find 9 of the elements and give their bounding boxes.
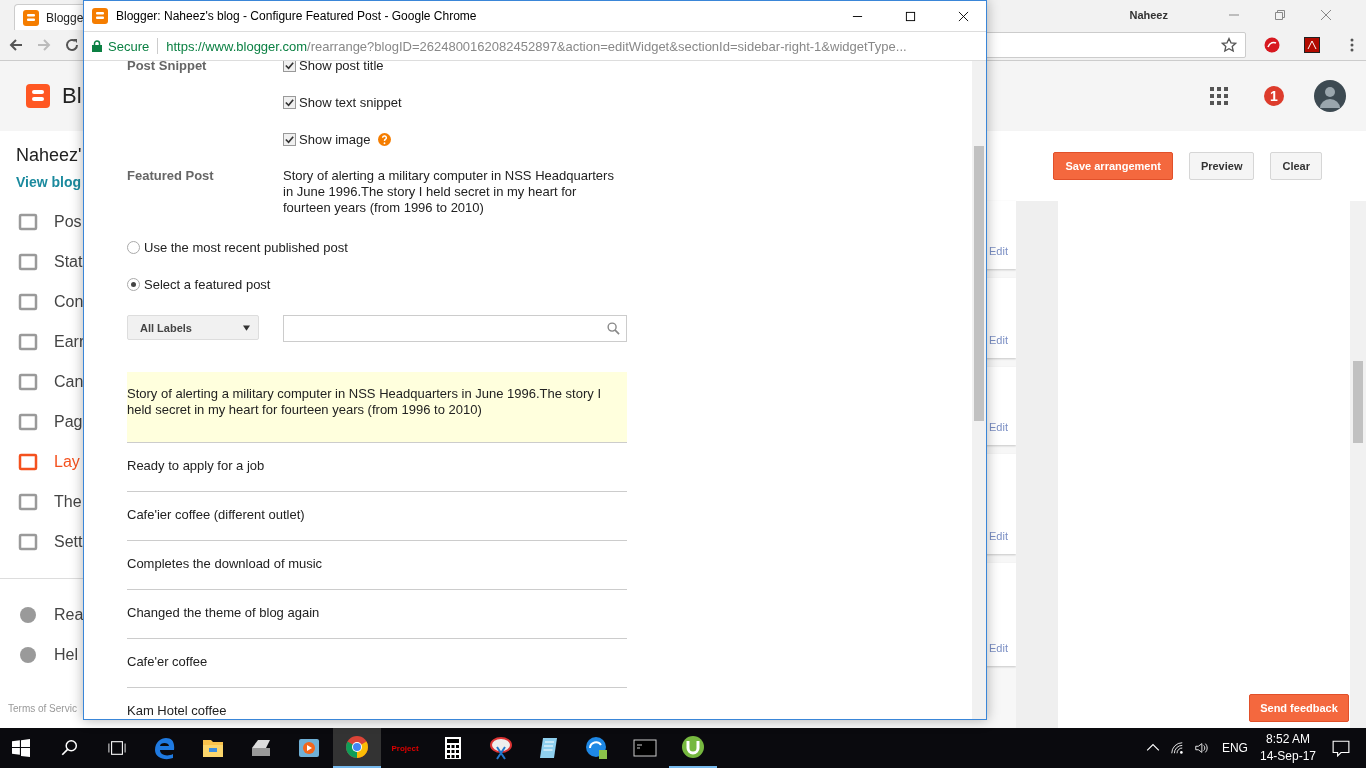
featured-post-title: Story of alerting a military computer in NSS Headquarters in June 1996.The story I held secret in my heart for fourteen years (from 1996 to 2010) xyxy=(283,168,615,216)
blog-title: Naheez' xyxy=(15,145,83,166)
window-title: Blogger: Naheez's blog - Configure Featured Post - Google Chrome xyxy=(116,9,477,23)
app-label: Project xyxy=(391,743,419,753)
secure-label: Secure xyxy=(108,38,150,54)
field-label: Featured Post xyxy=(127,168,215,185)
field-label: Post Snippet xyxy=(127,61,208,75)
product-name: Bl xyxy=(62,83,82,109)
url-text: https://www.blogger.com/rearrange?blogID=2624800162082452897&action=editWidget&sectionId=sidebar-right-1&widgetType... xyxy=(166,38,907,54)
